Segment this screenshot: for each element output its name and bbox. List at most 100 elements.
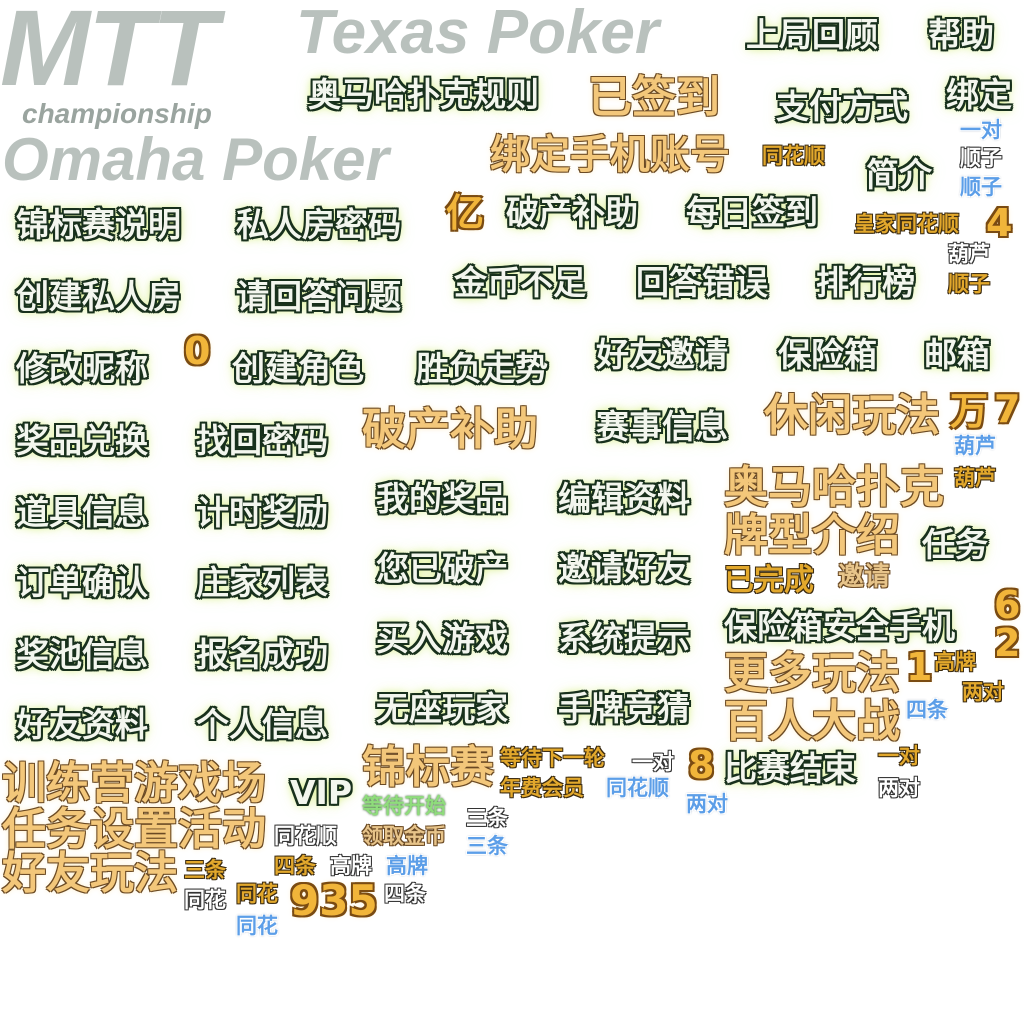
bind-label: 绑定 (946, 75, 1012, 114)
hand-flush: 同花 (236, 914, 278, 938)
digits-935: 935 (290, 876, 378, 925)
hand-two-pair: 两对 (962, 680, 1004, 704)
hand-flush: 同花 (184, 888, 226, 912)
personal-info-label: 个人信息 (196, 705, 328, 744)
hand-three-kind: 三条 (184, 858, 226, 882)
jackpot-info-label: 奖池信息 (16, 635, 148, 674)
recover-password-label: 找回密码 (196, 421, 328, 460)
hand-two-pair: 两对 (686, 792, 728, 816)
mtt-title: MTT (0, 0, 218, 108)
tasks-label: 任务 (922, 525, 988, 564)
edit-profile-label: 编辑资料 (558, 479, 690, 518)
hand-two-pair: 两对 (878, 776, 920, 800)
hand-one-pair: 一对 (878, 744, 920, 768)
edit-nickname-label: 修改昵称 (16, 349, 148, 388)
hand-full-house: 葫芦 (954, 434, 996, 458)
hand-royal-flush: 皇家同花顺 (854, 212, 959, 236)
bind-phone-label: 绑定手机账号 (490, 132, 730, 178)
timed-reward-label: 计时奖励 (196, 493, 328, 532)
event-info-label: 赛事信息 (596, 407, 728, 446)
hand-one-pair: 一对 (960, 118, 1002, 142)
private-room-pwd-label: 私人房密码 (236, 205, 401, 244)
hand-four-kind: 四条 (274, 854, 316, 878)
match-end-label: 比赛结束 (724, 749, 856, 788)
help-label: 帮助 (928, 15, 994, 54)
safe-box-phone-label: 保险箱安全手机 (724, 607, 955, 646)
safe-box-label: 保险箱 (778, 335, 877, 374)
item-info-label: 道具信息 (16, 493, 148, 532)
omaha-poker-title: Omaha Poker (2, 126, 389, 193)
more-play-label: 更多玩法 (724, 648, 900, 699)
my-prizes-label: 我的奖品 (376, 479, 508, 518)
system-notice-label: 系统提示 (558, 619, 690, 658)
friend-invite-label: 好友邀请 (596, 335, 728, 374)
hand-straight: 顺子 (960, 175, 1002, 199)
hand-types-intro-label: 牌型介绍 (724, 510, 900, 561)
casual-play-label: 休闲玩法 (764, 390, 940, 441)
hand-three-kind: 三条 (466, 806, 508, 830)
hand-four-kind: 四条 (906, 698, 948, 722)
digit-2: 2 (994, 621, 1021, 665)
buy-in-label: 买入游戏 (376, 619, 508, 658)
no-seat-player-label: 无座玩家 (376, 689, 508, 728)
omaha-poker-label: 奥马哈扑克 (724, 462, 944, 513)
hand-straight: 顺子 (948, 272, 990, 296)
omaha-rules-label: 奥马哈扑克规则 (308, 75, 539, 114)
wait-start-label: 等待开始 (362, 794, 446, 818)
wrong-answer-label: 回答错误 (636, 263, 768, 302)
mailbox-label: 邮箱 (924, 335, 990, 374)
friend-profile-label: 好友资料 (16, 705, 148, 744)
hand-straight-flush: 同花顺 (274, 824, 337, 848)
friend-play-label: 好友玩法 (2, 848, 178, 899)
bankrupt-aid-label: 破产补助 (506, 193, 638, 232)
signed-in-label: 已签到 (588, 72, 720, 123)
hand-full-house: 葫芦 (954, 466, 996, 490)
hand-high-card: 高牌 (934, 650, 976, 674)
daily-signin-label: 每日签到 (686, 193, 818, 232)
hand-flush: 同花 (236, 882, 278, 906)
digit-0: 0 (184, 329, 211, 373)
yi-unit: 亿 (446, 191, 485, 235)
tourney-label: 锦标赛 (362, 742, 494, 793)
invite-label: 邀请 (838, 562, 891, 592)
championship-title: championship (22, 98, 212, 129)
hand-one-pair: 一对 (632, 750, 674, 774)
hand-straight-flush: 同花顺 (606, 776, 669, 800)
hand-high-card: 高牌 (386, 854, 428, 878)
wan-unit: 万 (950, 389, 989, 433)
you-bankrupt-label: 您已破产 (376, 549, 508, 588)
task-settings-label: 任务设置活动 (2, 804, 266, 855)
last-hand-label: 上局回顾 (746, 15, 878, 54)
digit-7: 7 (994, 387, 1021, 431)
training-camp-label: 训练营游戏场 (2, 758, 266, 809)
create-private-room-label: 创建私人房 (16, 277, 181, 316)
win-trend-label: 胜负走势 (416, 349, 548, 388)
vip-label: VIP (290, 773, 353, 812)
no-coins-label: 金币不足 (454, 263, 586, 302)
bankrupt-aid-gold-label: 破产补助 (362, 404, 538, 455)
texas-poker-title: Texas Poker (296, 0, 660, 67)
claim-coins-label: 领取金币 (362, 824, 446, 848)
dealer-list-label: 庄家列表 (196, 563, 328, 602)
hand-three-kind: 三条 (466, 834, 508, 858)
completed-label: 已完成 (724, 563, 814, 598)
hand-straight-flush: 同花顺 (762, 144, 825, 168)
order-confirm-label: 订单确认 (16, 563, 148, 602)
digit-8: 8 (688, 743, 715, 787)
hand-guess-label: 手牌竞猜 (558, 689, 690, 728)
ranking-label: 排行榜 (816, 263, 915, 302)
hand-high-card: 高牌 (330, 854, 372, 878)
hand-four-kind: 四条 (384, 882, 426, 906)
intro-label: 简介 (866, 155, 932, 194)
prize-exchange-label: 奖品兑换 (16, 421, 148, 460)
signup-success-label: 报名成功 (196, 635, 328, 674)
answer-question-label: 请回答问题 (236, 277, 401, 316)
payment-label: 支付方式 (776, 87, 908, 126)
wait-next-round-label: 等待下一轮 (500, 746, 605, 770)
digit-6: 6 (994, 583, 1021, 627)
hand-full-house: 葫芦 (948, 242, 990, 266)
digit-4: 4 (986, 201, 1013, 245)
invite-friends-label: 邀请好友 (558, 549, 690, 588)
hand-straight: 顺子 (960, 146, 1002, 170)
create-role-label: 创建角色 (232, 349, 364, 388)
